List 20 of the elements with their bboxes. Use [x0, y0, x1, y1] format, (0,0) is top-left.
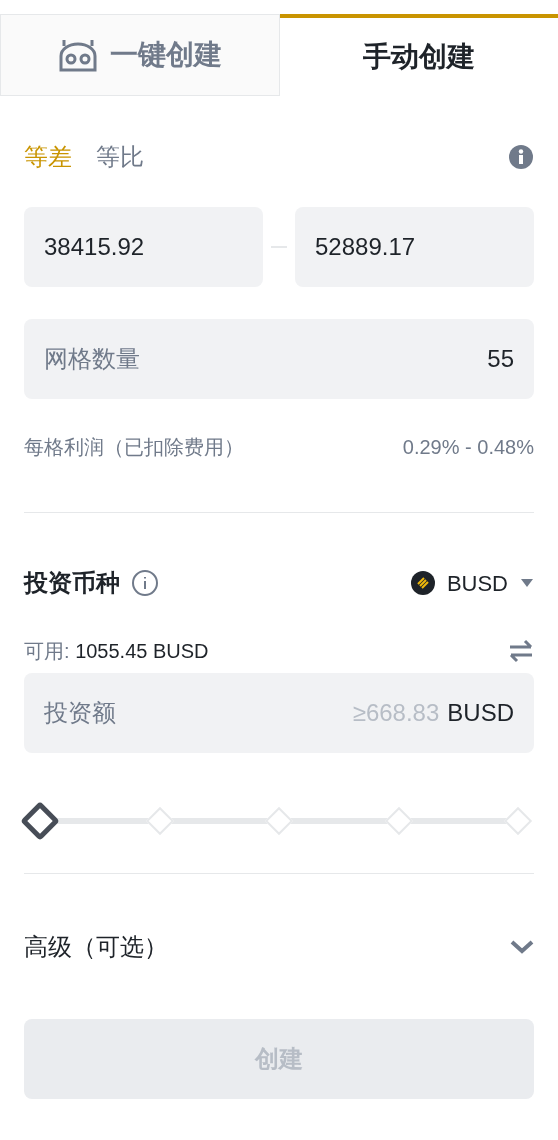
advanced-toggle[interactable]: 高级（可选） — [24, 917, 534, 977]
profit-label: 每格利润（已扣除费用） — [24, 435, 244, 460]
swap-icon[interactable] — [508, 639, 534, 663]
caret-icon — [520, 578, 534, 588]
currency-unit: BUSD — [447, 698, 514, 728]
available-balance: 可用: 1055.45 BUSD — [24, 639, 209, 664]
minimum-amount: ≥668.83 — [352, 698, 440, 728]
coin-icon — [410, 571, 435, 595]
section-title: 投资币种 — [24, 568, 120, 598]
upper-price-field[interactable]: 52889.17 — [295, 207, 534, 287]
currency-select[interactable]: BUSD — [410, 566, 534, 600]
chevron-icon — [510, 939, 534, 955]
mode-tab[interactable]: 一键创建 — [0, 14, 280, 96]
robot-icon — [58, 38, 98, 72]
profit-value: 0.29% - 0.48% — [402, 435, 534, 460]
info-icon[interactable] — [508, 144, 534, 170]
grid-count-field[interactable]: 网格数量 55 — [24, 319, 534, 399]
grid-type-tab[interactable]: 等比 — [96, 139, 144, 175]
lower-price-field[interactable]: 38415.92 — [24, 207, 263, 287]
info-icon[interactable] — [132, 570, 158, 596]
